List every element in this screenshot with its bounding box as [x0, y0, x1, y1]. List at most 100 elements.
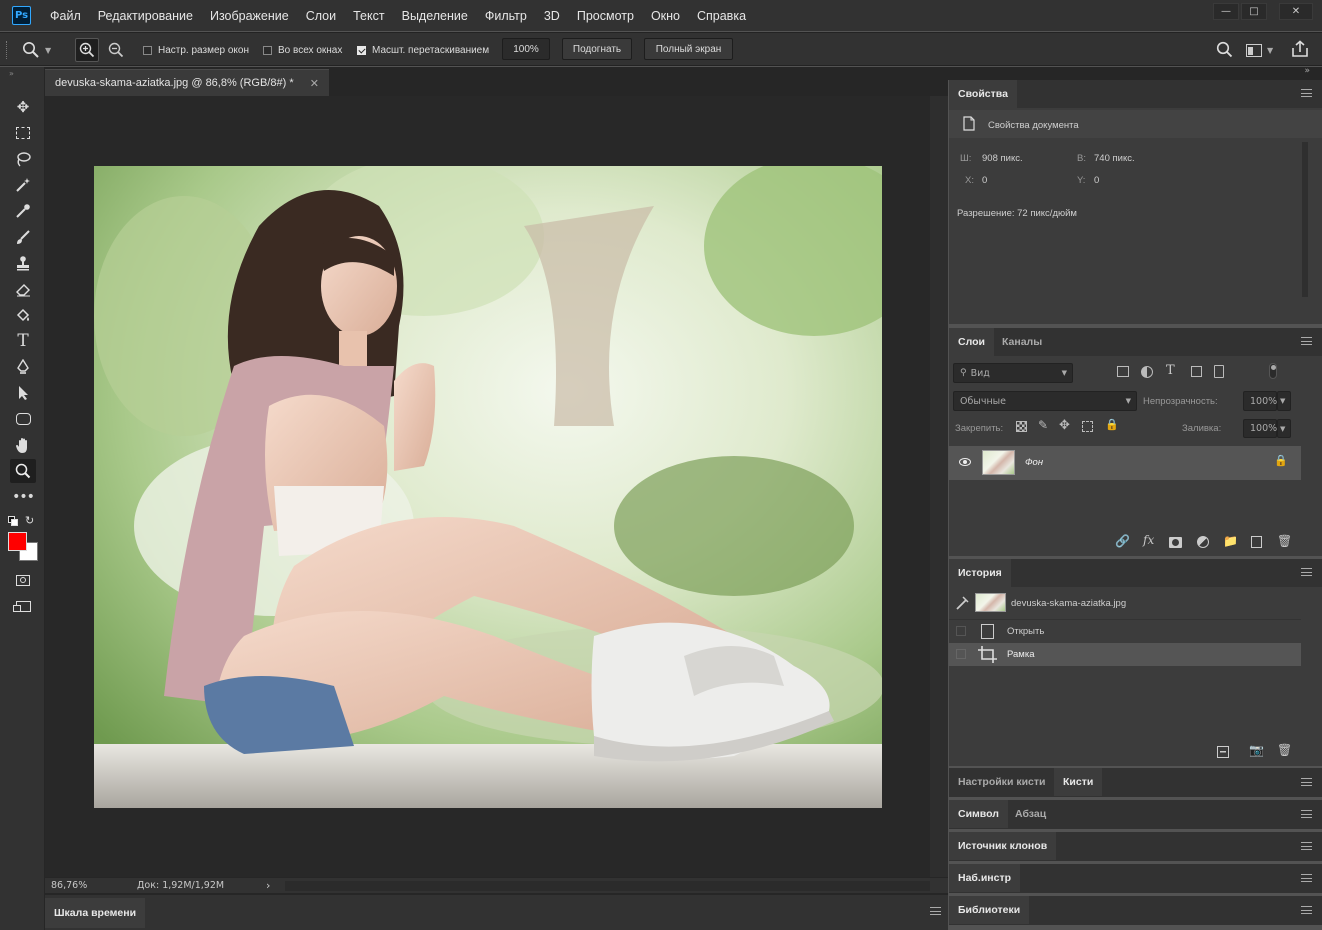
menu-edit[interactable]: Редактирование — [98, 9, 193, 23]
tab-character[interactable]: Символ — [949, 800, 1008, 828]
options-grip[interactable] — [6, 41, 8, 59]
layer-name[interactable]: Фон — [1025, 457, 1043, 468]
filter-smart-object-icon[interactable] — [1214, 365, 1224, 378]
status-menu-chevron-icon[interactable]: › — [266, 879, 270, 892]
hand-tool[interactable] — [10, 433, 36, 457]
tab-channels[interactable]: Каналы — [993, 328, 1051, 356]
share-icon[interactable] — [1291, 40, 1309, 58]
filter-toggle[interactable] — [1269, 363, 1277, 379]
menu-filter[interactable]: Фильтр — [485, 9, 527, 23]
document-image[interactable] — [94, 166, 882, 808]
menu-image[interactable]: Изображение — [210, 9, 289, 23]
timeline-menu-icon[interactable] — [930, 907, 941, 915]
resize-windows-option[interactable]: Настр. размер окон — [143, 33, 249, 67]
scrubby-zoom-checkbox[interactable] — [357, 45, 366, 55]
fit-screen-button[interactable]: Подогнать — [562, 38, 632, 60]
status-zoom[interactable]: 86,76% — [51, 880, 87, 891]
tab-properties[interactable]: Свойства — [949, 80, 1017, 108]
lock-transparent-icon[interactable] — [1016, 421, 1027, 432]
type-tool[interactable]: T — [10, 329, 36, 353]
tab-tool-presets[interactable]: Наб.инстр — [949, 864, 1021, 892]
menu-3d[interactable]: 3D — [544, 9, 560, 23]
lock-all-icon[interactable]: 🔒 — [1105, 418, 1119, 431]
filter-type-icon[interactable]: T — [1166, 363, 1175, 378]
shape-tool[interactable] — [10, 407, 36, 431]
tab-history[interactable]: История — [949, 559, 1011, 587]
brush-panels-menu-icon[interactable] — [1301, 778, 1312, 786]
tool-presets-menu-icon[interactable] — [1301, 874, 1312, 882]
fx-icon[interactable]: fx — [1143, 533, 1154, 547]
history-menu-icon[interactable] — [1301, 568, 1312, 576]
foreground-color-swatch[interactable] — [8, 532, 27, 551]
link-layers-icon[interactable]: 🔗 — [1115, 534, 1130, 548]
marquee-tool[interactable] — [10, 121, 36, 145]
layer-filter-select[interactable]: ⚲ Вид ▼ — [953, 363, 1073, 383]
scrubby-zoom-option[interactable]: Масшт. перетаскиванием — [357, 33, 489, 67]
menu-help[interactable]: Справка — [697, 9, 746, 23]
trash-icon[interactable]: 🗑 — [1277, 743, 1292, 757]
y-value[interactable]: 0 — [1094, 175, 1099, 186]
zoom-percent-field[interactable]: 100% — [502, 38, 550, 60]
zoom-out-button[interactable] — [104, 38, 128, 62]
zoom-in-button[interactable] — [75, 38, 99, 62]
type-panels-menu-icon[interactable] — [1301, 810, 1312, 818]
canvas-horizontal-scrollbar[interactable] — [285, 881, 930, 891]
clone-source-menu-icon[interactable] — [1301, 842, 1312, 850]
opacity-dropdown[interactable]: ▼ — [1277, 391, 1291, 411]
layer-row[interactable]: Фон 🔒 — [949, 446, 1301, 480]
fill-dropdown[interactable]: ▼ — [1277, 419, 1291, 438]
x-value[interactable]: 0 — [982, 175, 987, 186]
path-selection-tool[interactable] — [10, 381, 36, 405]
layers-menu-icon[interactable] — [1301, 337, 1312, 345]
new-layer-icon[interactable] — [1251, 536, 1262, 548]
filter-pixel-icon[interactable] — [1117, 366, 1129, 377]
lasso-tool[interactable] — [10, 147, 36, 171]
menu-view[interactable]: Просмотр — [577, 9, 634, 23]
tab-layers[interactable]: Слои — [949, 328, 994, 356]
menu-window[interactable]: Окно — [651, 9, 680, 23]
history-snapshot[interactable]: devuska-skama-aziatka.jpg — [949, 589, 1301, 616]
magic-wand-tool[interactable] — [10, 173, 36, 197]
opacity-field[interactable]: 100% — [1243, 391, 1277, 411]
tab-libraries[interactable]: Библиотеки — [949, 896, 1030, 924]
menu-file[interactable]: Файл — [50, 9, 81, 23]
tab-clone-source[interactable]: Источник клонов — [949, 832, 1057, 860]
collapse-toolbar-icon[interactable]: » — [9, 69, 14, 78]
close-window-button[interactable]: ✕ — [1279, 3, 1313, 20]
filter-adjustment-icon[interactable] — [1141, 366, 1153, 378]
history-step[interactable]: Рамка — [949, 643, 1301, 666]
brush-tool[interactable] — [10, 225, 36, 249]
blend-mode-select[interactable]: Обычные ▼ — [953, 391, 1137, 411]
lock-position-icon[interactable]: ✥ — [1059, 418, 1070, 433]
new-group-icon[interactable]: 📁 — [1223, 534, 1238, 548]
canvas-vertical-scrollbar[interactable] — [930, 96, 948, 877]
eye-icon[interactable] — [959, 458, 971, 466]
properties-scrollbar[interactable] — [1302, 142, 1308, 297]
add-mask-icon[interactable] — [1169, 537, 1182, 548]
minimize-button[interactable]: — — [1213, 3, 1239, 20]
tool-preset-picker[interactable]: ▼ — [22, 39, 62, 61]
all-windows-option[interactable]: Во всех окнах — [263, 33, 342, 67]
collapse-panels-icon[interactable]: » — [1304, 66, 1310, 76]
eyedropper-tool[interactable] — [10, 199, 36, 223]
swap-colors-icon[interactable]: ↻ — [25, 514, 34, 527]
camera-icon[interactable]: 📷 — [1249, 743, 1264, 757]
gradient-bucket-tool[interactable] — [10, 303, 36, 327]
maximize-button[interactable]: □ — [1241, 3, 1267, 20]
menu-type[interactable]: Текст — [353, 9, 384, 23]
more-tools-button[interactable]: ••• — [10, 485, 36, 509]
menu-layers[interactable]: Слои — [306, 9, 336, 23]
lock-artboard-icon[interactable] — [1082, 421, 1093, 432]
trash-icon[interactable]: 🗑 — [1277, 534, 1292, 548]
lock-pixels-icon[interactable]: ✎ — [1038, 418, 1048, 432]
tab-brush-settings[interactable]: Настройки кисти — [949, 768, 1054, 796]
photoshop-logo-icon[interactable]: Ps — [12, 6, 31, 25]
properties-menu-icon[interactable] — [1301, 89, 1312, 97]
document-tab[interactable]: devuska-skama-aziatka.jpg @ 86,8% (RGB/8… — [45, 69, 329, 96]
filter-shape-icon[interactable] — [1191, 366, 1202, 377]
pen-tool[interactable] — [10, 355, 36, 379]
menu-select[interactable]: Выделение — [402, 9, 468, 23]
tab-timeline[interactable]: Шкала времени — [45, 898, 146, 928]
tab-paragraph[interactable]: Абзац — [1006, 800, 1055, 828]
resize-windows-checkbox[interactable] — [143, 45, 152, 55]
